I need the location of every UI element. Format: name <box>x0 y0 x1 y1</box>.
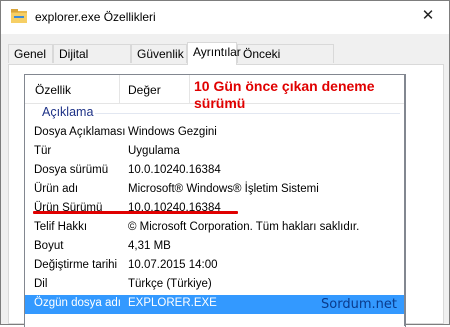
list-row[interactable]: Ürün Sürümü 10.0.10240.16384 <box>25 200 405 219</box>
annotation-line-1: 10 Gün önce çıkan deneme <box>194 78 375 94</box>
property-name: Tür <box>34 145 52 157</box>
property-value: EXPLORER.EXE <box>128 297 217 309</box>
properties-window: explorer.exe Özellikleri ✕ Genel Dijital… <box>0 0 450 327</box>
property-name: Ürün adı <box>34 183 79 195</box>
title-bar[interactable]: explorer.exe Özellikleri ✕ <box>1 1 449 34</box>
list-row-selected[interactable]: Özgün dosya adı EXPLORER.EXE Sordum.net <box>25 295 405 314</box>
property-value: Uygulama <box>128 145 180 157</box>
property-value: 10.07.2015 14:00 <box>128 259 218 271</box>
property-value: Windows Gezgini <box>128 126 217 138</box>
list-row[interactable]: Tür Uygulama <box>25 143 405 162</box>
property-value: Microsoft® Windows® İşletim Sistemi <box>128 183 319 195</box>
column-header-property[interactable]: Özellik <box>35 83 71 97</box>
list-row[interactable]: Boyut 4,31 MB <box>25 238 405 257</box>
list-row[interactable]: Ürün adı Microsoft® Windows® İşletim Sis… <box>25 181 405 200</box>
column-divider[interactable] <box>119 75 120 103</box>
property-value: Türkçe (Türkiye) <box>128 278 212 290</box>
property-name: Boyut <box>34 240 64 252</box>
column-header-value[interactable]: Değer <box>128 83 161 97</box>
close-button[interactable]: ✕ <box>413 3 443 29</box>
property-name: Telif Hakkı <box>34 221 88 233</box>
list-row[interactable]: Değiştirme tarihi 10.07.2015 14:00 <box>25 257 405 276</box>
annotation-note: 10 Gün önce çıkan deneme sürümü <box>194 78 404 112</box>
watermark: Sordum.net <box>321 297 397 312</box>
property-name: Özgün dosya adı <box>34 297 121 309</box>
window-title: explorer.exe Özellikleri <box>35 10 156 24</box>
tab-previous-versions[interactable]: Önceki Sürümler <box>237 44 334 80</box>
tab-security[interactable]: Güvenlik <box>131 44 187 63</box>
group-header-description: Açıklama <box>42 105 94 119</box>
list-row[interactable]: Telif Hakkı © Microsoft Corporation. Tüm… <box>25 219 405 238</box>
property-value: © Microsoft Corporation. Tüm hakları sak… <box>128 221 360 233</box>
property-name: Dil <box>34 278 48 290</box>
group-divider <box>95 113 400 114</box>
column-divider[interactable] <box>189 75 190 103</box>
property-name: Dosya Açıklaması <box>34 126 126 138</box>
property-value: 4,31 MB <box>128 240 171 252</box>
annotation-underline <box>33 211 238 214</box>
annotation-line-2: sürümü <box>194 95 246 111</box>
property-name: Değiştirme tarihi <box>34 259 118 271</box>
tab-strip: Genel Dijital İmzalar Güvenlik Ayrıntıla… <box>8 42 446 80</box>
property-name: Dosya sürümü <box>34 164 109 176</box>
list-right-border <box>404 74 405 326</box>
tab-digital-signatures[interactable]: Dijital İmzalar <box>53 44 131 80</box>
tab-general[interactable]: Genel <box>8 44 53 63</box>
list-row[interactable]: Dil Türkçe (Türkiye) <box>25 276 405 295</box>
list-row[interactable]: Dosya sürümü 10.0.10240.16384 <box>25 162 405 181</box>
list-row[interactable]: Dosya Açıklaması Windows Gezgini <box>25 124 405 143</box>
property-value: 10.0.10240.16384 <box>128 164 221 176</box>
tab-details[interactable]: Ayrıntılar <box>187 42 241 65</box>
folder-icon <box>11 9 27 23</box>
